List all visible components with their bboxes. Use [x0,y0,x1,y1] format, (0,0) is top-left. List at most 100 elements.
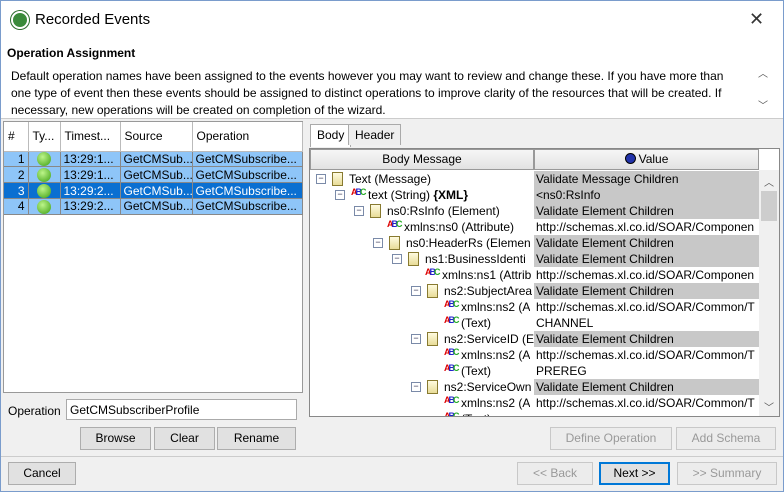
tree-row[interactable]: ABC (Text) PREREG [310,363,760,379]
clear-button[interactable]: Clear [154,427,215,450]
collapse-toggle-icon[interactable]: − [335,190,345,200]
event-type-cell [28,198,61,215]
node-value[interactable]: Validate Element Children [534,235,760,251]
node-value[interactable] [534,411,760,416]
element-node-icon [427,284,438,298]
node-label: text (String) [368,188,434,202]
node-value[interactable]: Validate Message Children [534,171,760,187]
scroll-up-icon[interactable]: ︿ [753,65,773,80]
close-icon[interactable]: ✕ [749,9,764,30]
operation-label: Operation [8,404,61,418]
operation-input[interactable] [66,399,297,420]
node-label: ns0:RsInfo (Element) [387,204,500,218]
node-label: ns1:BusinessIdenti [425,252,526,266]
column-header[interactable]: Timest... [60,122,121,152]
collapse-toggle-icon[interactable]: − [373,238,383,248]
node-value[interactable]: CHANNEL [534,315,760,331]
column-header-value[interactable]: Value [534,149,759,170]
events-table-panel: # Ty... Timest... Source Operation 1 13:29:1… [3,121,303,393]
node-value[interactable]: Validate Element Children [534,203,760,219]
event-operation: GetCMSubscribe... [192,151,303,168]
event-row[interactable]: 4 13:29:2... GetCMSub... GetCMSubscribe.… [4,198,303,215]
collapse-toggle-icon[interactable]: − [316,174,326,184]
event-source: GetCMSub... [120,182,193,199]
divider [1,456,783,457]
cancel-button[interactable]: Cancel [8,462,76,485]
event-row[interactable]: 1 13:29:1... GetCMSub... GetCMSubscribe.… [4,151,303,168]
text-node-icon: ABC [444,363,459,373]
node-value[interactable]: http://schemas.xl.co.id/SOAR/Componen [534,219,760,235]
node-label: xmlns:ns0 (Attribute) [404,220,515,234]
event-row[interactable]: 2 13:29:1... GetCMSub... GetCMSubscribe.… [4,166,303,184]
event-number: 3 [4,182,29,199]
collapse-toggle-icon[interactable]: − [354,206,364,216]
event-number: 1 [4,151,29,168]
node-value[interactable]: PREREG [534,363,760,379]
tree-row[interactable]: ABC (Text) CHANNEL [310,315,760,331]
tree-row[interactable]: ABC(Text) [310,411,760,416]
tree-row[interactable]: − ABC text (String) {XML} <ns0:RsInfo [310,187,760,203]
node-label: xmlns:ns1 (Attrib [442,268,532,282]
node-label: Text (Message) [349,172,432,186]
tree-row[interactable]: ABC xmlns:ns2 (A http://schemas.xl.co.id/S… [310,395,760,411]
app-icon [11,11,29,29]
scroll-up-icon[interactable]: ︿ [759,174,779,189]
node-value[interactable]: http://schemas.xl.co.id/SOAR/Common/T [534,299,760,315]
element-node-icon [332,172,343,186]
collapse-toggle-icon[interactable]: − [411,286,421,296]
element-node-icon [408,252,419,266]
column-header[interactable]: # [4,122,29,152]
tree-row[interactable]: − Text (Message) Validate Message Children [310,171,760,187]
node-value[interactable]: Validate Element Children [534,331,760,347]
event-row[interactable]: 3 13:29:2... GetCMSub... GetCMSubscribe.… [4,182,303,199]
collapse-toggle-icon[interactable]: − [411,382,421,392]
element-node-icon [427,380,438,394]
tree-row[interactable]: ABC xmlns:ns2 (A http://schemas.xl.co.id/S… [310,299,760,315]
text-node-icon: ABC [444,395,459,405]
text-node-icon: ABC [351,187,366,197]
next-button[interactable]: Next >> [599,462,670,485]
column-header-body-message[interactable]: Body Message [310,149,534,170]
node-value[interactable]: Validate Element Children [534,379,760,395]
collapse-toggle-icon[interactable]: − [411,334,421,344]
node-label: ns2:ServiceOwn [444,380,532,394]
tree-row[interactable]: − ns0:RsInfo (Element) Validate Element Ch… [310,203,760,219]
column-header[interactable]: Source [120,122,193,152]
define-operation-button[interactable]: Define Operation [550,427,672,450]
tab-body[interactable]: Body [310,124,352,147]
section-heading: Operation Assignment [7,46,136,60]
tree-row[interactable]: − ns0:HeaderRs (Elemen Validate Element Ch… [310,235,760,251]
add-schema-button[interactable]: Add Schema [676,427,776,450]
node-value[interactable]: Validate Element Children [534,283,760,299]
scrollbar-thumb[interactable] [761,191,777,221]
summary-button[interactable]: >> Summary [677,462,777,485]
rename-button[interactable]: Rename [217,427,296,450]
node-value[interactable]: http://schemas.xl.co.id/SOAR/Common/T [534,395,760,411]
node-value[interactable]: http://schemas.xl.co.id/SOAR/Common/T [534,347,760,363]
collapse-toggle-icon[interactable]: − [392,254,402,264]
tree-row[interactable]: ABC xmlns:ns2 (A http://schemas.xl.co.id/S… [310,347,760,363]
tree-row[interactable]: − ns2:ServiceOwn Validate Element Children [310,379,760,395]
tree-row[interactable]: − ns1:BusinessIdenti Validate Element Chil… [310,251,760,267]
column-header[interactable]: Ty... [28,122,61,152]
tree-row[interactable]: ABC xmlns:ns1 (Attrib http://schemas.xl.co… [310,267,760,283]
tree-row[interactable]: ABC xmlns:ns0 (Attribute) http://schemas.x… [310,219,760,235]
event-number: 4 [4,198,29,215]
element-node-icon [389,236,400,250]
node-value[interactable]: Validate Element Children [534,251,760,267]
node-value[interactable]: http://schemas.xl.co.id/SOAR/Componen [534,267,760,283]
tree-row[interactable]: − ns2:SubjectArea Validate Element Childre… [310,283,760,299]
outbound-event-icon [37,152,51,166]
node-value[interactable]: <ns0:RsInfo [534,187,760,203]
event-source: GetCMSub... [120,151,193,168]
column-header[interactable]: Operation [192,122,303,152]
tree-row[interactable]: − ns2:ServiceID (E Validate Element Childr… [310,331,760,347]
events-table: # Ty... Timest... Source Operation 1 13:29:1… [4,122,303,215]
text-node-icon: ABC [444,315,459,325]
back-button[interactable]: << Back [517,462,593,485]
browse-button[interactable]: Browse [80,427,151,450]
scroll-down-icon[interactable]: ﹀ [753,97,773,112]
tab-header[interactable]: Header [348,124,402,145]
scroll-down-icon[interactable]: ﹀ [759,399,779,414]
event-type-cell [28,151,61,168]
